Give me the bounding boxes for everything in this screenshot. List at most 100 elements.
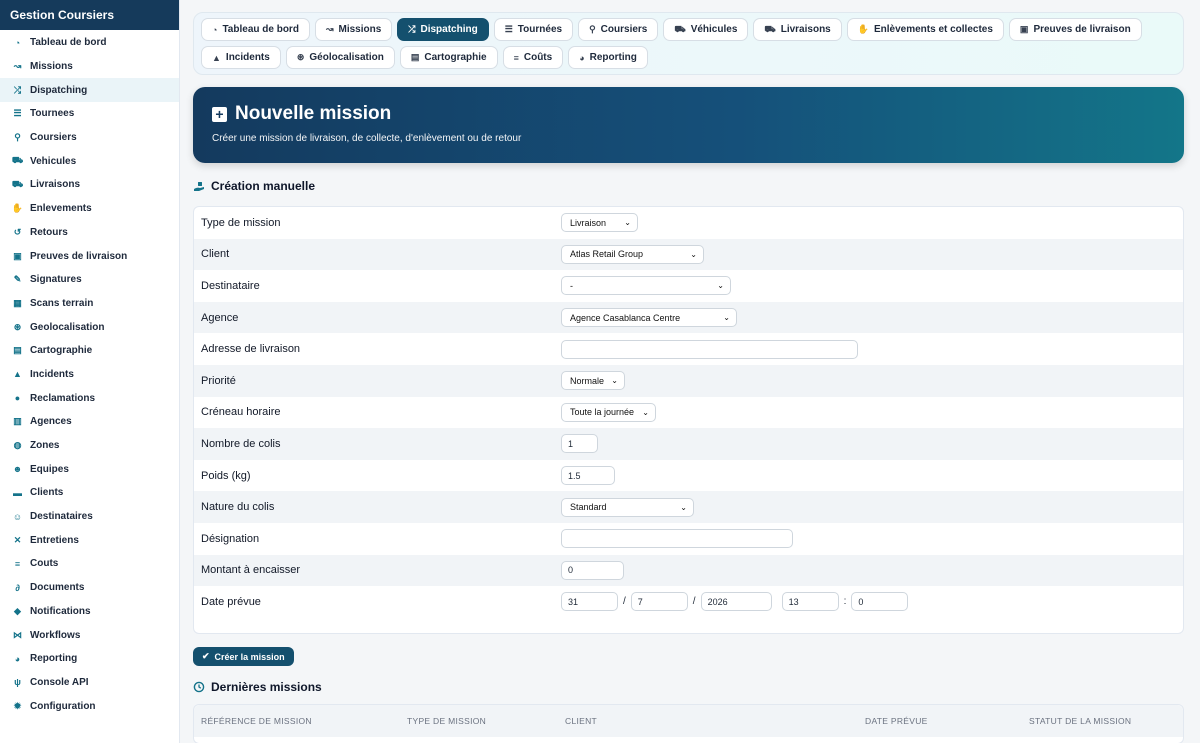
sidebar-item-label: Cartographie (30, 345, 93, 357)
chevron-down-icon: ⌄ (717, 281, 724, 291)
designation-input[interactable] (561, 529, 793, 549)
warning-icon: ▲ (212, 52, 221, 63)
field-label: Client (201, 248, 230, 261)
sidebar-item-label: Destinataires (30, 511, 93, 523)
create-mission-button[interactable]: ✔ Créer la mission (193, 647, 294, 666)
recipient-select[interactable]: - ⌄ (561, 276, 731, 296)
tab-cartographie[interactable]: ▤ Cartographie (399, 46, 498, 69)
sidebar-item-cartographie[interactable]: ▤ Cartographie (0, 339, 179, 363)
sidebar-item-label: Equipes (30, 463, 69, 475)
client-select[interactable]: Atlas Retail Group ⌄ (561, 244, 704, 264)
route-icon: ↝ (13, 61, 22, 72)
sidebar-item-label: Dispatching (30, 84, 88, 96)
sidebar-item-tournees[interactable]: ☰ Tournees (0, 102, 179, 126)
form-row-destinataire: Destinataire - ⌄ (194, 270, 1183, 302)
field-label: Adresse de livraison (201, 343, 301, 356)
sidebar-item-console-api[interactable]: ψ Console API (0, 671, 179, 695)
column-header: CLIENT (565, 716, 598, 726)
tab-incidents[interactable]: ▲ Incidents (201, 46, 281, 69)
sidebar-item-reporting[interactable]: ◕ Reporting (0, 647, 179, 671)
sidebar-item-coursiers[interactable]: ⚲ Coursiers (0, 126, 179, 150)
sidebar-item-entretiens[interactable]: ✕ Entretiens (0, 528, 179, 552)
field-label: Montant à encaisser (201, 564, 301, 577)
sidebar-item-incidents[interactable]: ▲ Incidents (0, 363, 179, 387)
tab-enlèvements-et-collectes[interactable]: ✋ Enlèvements et collectes (846, 18, 1004, 41)
gauge-icon: ◔ (212, 24, 218, 35)
qrcode-icon: ▦ (13, 297, 22, 308)
tab-missions[interactable]: ↝ Missions (314, 18, 393, 41)
building-icon: ▥ (13, 416, 22, 427)
tab-coursiers[interactable]: ⚲ Coursiers (578, 18, 659, 41)
sidebar-item-signatures[interactable]: ✎ Signatures (0, 268, 179, 292)
parcel-count-input[interactable]: 1 (561, 434, 598, 454)
time-separator: : (843, 596, 847, 608)
sidebar-item-workflows[interactable]: ⋈ Workflows (0, 623, 179, 647)
agency-select[interactable]: Agence Casablanca Centre ⌄ (561, 308, 737, 328)
sidebar-item-destinataires[interactable]: ☺ Destinataires (0, 505, 179, 529)
time-hour-input[interactable]: 13 (781, 592, 839, 612)
sidebar-item-reclamations[interactable]: ● Reclamations (0, 386, 179, 410)
sidebar-item-equipes[interactable]: ☻ Equipes (0, 457, 179, 481)
tab-véhicules[interactable]: ⛟ Véhicules (663, 18, 749, 41)
chevron-down-icon: ⌄ (624, 218, 631, 228)
date-month-input[interactable]: 7 (630, 592, 688, 612)
sidebar-item-clients[interactable]: ▬ Clients (0, 481, 179, 505)
sidebar-item-missions[interactable]: ↝ Missions (0, 55, 179, 79)
sidebar-item-tableau-de-bord[interactable]: ◔ Tableau de bord (0, 31, 179, 55)
tab-label: Coûts (523, 52, 553, 63)
column-header: RÉFÉRENCE DE MISSION (201, 716, 312, 726)
sidebar-item-enlevements[interactable]: ✋ Enlevements (0, 197, 179, 221)
sidebar-item-configuration[interactable]: ✹ Configuration (0, 694, 179, 718)
sidebar-item-agences[interactable]: ▥ Agences (0, 410, 179, 434)
sidebar-item-couts[interactable]: ≡ Couts (0, 552, 179, 576)
mission-type-select[interactable]: Livraison ⌄ (561, 213, 638, 233)
map-icon: ▤ (410, 52, 420, 62)
tab-tournées[interactable]: ☰ Tournées (493, 18, 574, 41)
date-year-input[interactable]: 2026 (700, 592, 772, 612)
tab-livraisons[interactable]: ⛟ Livraisons (753, 18, 842, 41)
users-icon: ☻ (12, 464, 23, 475)
date-day-input[interactable]: 31 (561, 592, 618, 612)
chevron-down-icon: ⌄ (642, 407, 649, 417)
weight-input[interactable]: 1.5 (561, 466, 615, 486)
sidebar-item-retours[interactable]: ↺ Retours (0, 221, 179, 245)
date-separator: / (623, 596, 626, 608)
tab-reporting[interactable]: ◕ Reporting (568, 46, 648, 69)
main-content: ◔ Tableau de bord ↝ Missions ⤮ Dispatching ☰ To… (193, 0, 1184, 743)
tab-tableau-de-bord[interactable]: ◔ Tableau de bord (201, 18, 310, 41)
sidebar-item-dispatching[interactable]: ⤮ Dispatching (0, 78, 179, 103)
time-slot-select[interactable]: Toute la journée ⌄ (561, 402, 656, 422)
sidebar-item-label: Vehicules (30, 155, 77, 167)
clipboard-check-icon: ▣ (13, 250, 22, 261)
sidebar-item-vehicules[interactable]: ⛟ Vehicules (0, 149, 179, 173)
priority-select[interactable]: Normale ⌄ (561, 371, 625, 391)
tab-géolocalisation[interactable]: ⊛ Géolocalisation (285, 46, 395, 69)
sidebar-item-documents[interactable]: ∂ Documents (0, 576, 179, 600)
gear-icon: ✹ (13, 700, 22, 711)
form-row-designation: Désignation (194, 523, 1183, 555)
tab-preuves-de-livraison[interactable]: ▣ Preuves de livraison (1008, 18, 1142, 41)
sidebar-item-label: Clients (30, 487, 64, 499)
hand-package-icon: ✋ (857, 24, 869, 34)
amount-input[interactable]: 0 (561, 560, 624, 580)
sidebar-item-preuves-de-livraison[interactable]: ▣ Preuves de livraison (0, 244, 179, 268)
delivery-address-input[interactable] (561, 339, 858, 359)
parcel-nature-select[interactable]: Standard ⌄ (561, 497, 694, 517)
time-minute-input[interactable]: 0 (851, 592, 909, 612)
form-row-priorite: Priorité Normale ⌄ (194, 364, 1183, 397)
plus-square-icon: + (212, 106, 227, 122)
tab-label: Missions (338, 24, 382, 35)
sidebar-item-scans-terrain[interactable]: ▦ Scans terrain (0, 292, 179, 316)
sidebar-item-label: Coursiers (30, 132, 77, 144)
tab-coûts[interactable]: ≡ Coûts (502, 46, 564, 69)
sidebar-item-label: Retours (30, 226, 68, 238)
sidebar-nav: ◔ Tableau de bord ↝ Missions ⤮ Dispatching ☰ To… (0, 30, 179, 718)
sidebar-item-zones[interactable]: ◍ Zones (0, 434, 179, 458)
sidebar-item-notifications[interactable]: ◆ Notifications (0, 600, 179, 624)
sidebar-item-geolocalisation[interactable]: ⊛ Geolocalisation (0, 315, 179, 339)
sidebar-item-livraisons[interactable]: ⛟ Livraisons (0, 173, 179, 197)
pie-chart-icon: ◕ (579, 52, 585, 63)
sidebar-item-label: Livraisons (30, 179, 81, 191)
tab-dispatching[interactable]: ⤮ Dispatching (397, 18, 489, 41)
tab-label: Livraisons (780, 24, 831, 35)
